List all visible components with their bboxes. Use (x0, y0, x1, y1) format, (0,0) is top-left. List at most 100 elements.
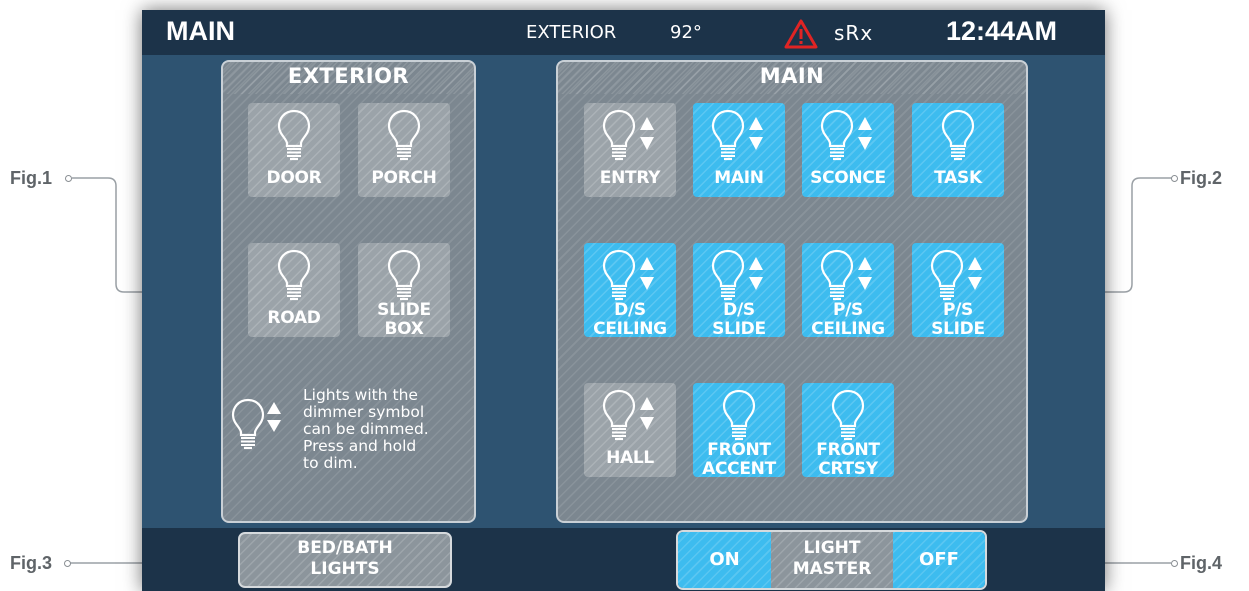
light-master-on-button[interactable]: ON (678, 532, 771, 588)
light-tile-door[interactable]: DOOR (248, 103, 340, 197)
fig-4-dot (1171, 560, 1178, 567)
light-bulb-icon (277, 109, 311, 161)
tile-label-line2: SLIDE (712, 319, 766, 339)
button-label-line1: BED/BATH (297, 538, 393, 558)
main-panel-title: MAIN (759, 64, 825, 88)
tile-label: DOOR (266, 168, 322, 188)
dimmer-arrows-icon (640, 397, 654, 430)
master-label-line1: LIGHT (803, 538, 861, 558)
exterior-temp-value: 92° (670, 22, 702, 43)
bed-bath-lights-button[interactable]: BED/BATH LIGHTS (238, 532, 452, 588)
legend-line: dimmer symbol (303, 403, 425, 421)
light-tile-entry[interactable]: ENTRY (584, 103, 676, 197)
legend-line: Lights with the (303, 386, 418, 404)
exterior-panel-title: EXTERIOR (287, 64, 410, 88)
legend-line: to dim. (303, 454, 358, 472)
dimmer-arrows-icon (749, 257, 763, 290)
clock: 12:44AM (946, 16, 1058, 46)
tile-label: TASK (934, 168, 982, 188)
fig-2-label: Fig.2 (1180, 168, 1223, 188)
light-tile-sconce[interactable]: SCONCE (802, 103, 894, 197)
light-tile-task[interactable]: TASK (912, 103, 1004, 197)
light-tile-ps-ceiling[interactable]: P/S CEILING (802, 243, 894, 339)
dimmer-legend-text: Lights with the dimmer symbol can be dim… (303, 387, 429, 472)
light-bulb-icon (722, 389, 756, 441)
tile-label-line1: P/S (832, 300, 863, 320)
fig-2-dot (1171, 175, 1178, 182)
tile-label: SCONCE (810, 168, 886, 188)
tile-label: FRONT CRTSY (802, 441, 894, 479)
tile-label-line1: FRONT (707, 440, 771, 460)
tile-label-line2: CEILING (593, 319, 667, 339)
light-bulb-icon (820, 249, 854, 301)
fig-3-label: Fig.3 (10, 553, 53, 573)
light-master-label: LIGHT MASTER (771, 532, 893, 588)
light-bulb-icon (387, 109, 421, 161)
dimmer-arrows-icon (858, 117, 872, 150)
tile-label-line2: SLIDE (931, 319, 985, 339)
light-bulb-icon (711, 109, 745, 161)
master-label-line2: MASTER (792, 559, 872, 579)
tile-label: MAIN (714, 168, 764, 188)
warning-triangle-icon[interactable] (784, 19, 818, 49)
tile-label: D/S CEILING (584, 301, 676, 339)
dimmer-arrows-icon (749, 117, 763, 150)
fig-1-label: Fig.1 (10, 168, 53, 188)
light-bulb-icon (941, 109, 975, 161)
tile-label-line2: BOX (384, 319, 424, 339)
light-tile-hall[interactable]: HALL (584, 383, 676, 477)
light-bulb-icon (831, 389, 865, 441)
legend-line: can be dimmed. (303, 420, 429, 438)
tile-label: P/S SLIDE (912, 301, 1004, 339)
tile-label: PORCH (371, 168, 437, 188)
dimmer-arrows-icon (640, 257, 654, 290)
tile-label: ENTRY (599, 168, 661, 188)
light-bulb-icon (602, 109, 636, 161)
exterior-temp-label: EXTERIOR (526, 22, 617, 43)
light-bulb-icon (277, 249, 311, 301)
tile-label: SLIDE BOX (358, 301, 450, 339)
legend-line: Press and hold (303, 437, 417, 455)
tile-label: ROAD (267, 308, 321, 328)
light-tile-porch[interactable]: PORCH (358, 103, 450, 197)
light-tile-ds-ceiling[interactable]: D/S CEILING (584, 243, 676, 339)
light-master-off-button[interactable]: OFF (893, 532, 985, 588)
light-tile-front-crtsy[interactable]: FRONT CRTSY (802, 383, 894, 479)
light-bulb-icon (711, 249, 745, 301)
tile-label-line1: D/S (723, 300, 755, 320)
light-bulb-icon (820, 109, 854, 161)
light-bulb-icon (602, 249, 636, 301)
tile-label-line1: P/S (942, 300, 973, 320)
light-master-control: ON LIGHT MASTER OFF (676, 530, 987, 590)
tile-label: P/S CEILING (802, 301, 894, 339)
light-bulb-icon (602, 389, 636, 441)
light-tile-main[interactable]: MAIN (693, 103, 785, 197)
main-panel: MAIN ENTRY MAIN SCONCE TASK D/S CEILING … (556, 60, 1028, 523)
tile-label: D/S SLIDE (693, 301, 785, 339)
lighting-screen: MAIN EXTERIOR 92° sRx 12:44AM EXTERIOR D… (142, 10, 1105, 591)
button-label-line2: LIGHTS (310, 559, 380, 579)
light-tile-ds-slide[interactable]: D/S SLIDE (693, 243, 785, 339)
top-status-bar: MAIN EXTERIOR 92° sRx 12:44AM (142, 10, 1105, 55)
fig-1-dot (65, 175, 72, 182)
tile-label-line2: CEILING (811, 319, 885, 339)
light-tile-front-accent[interactable]: FRONT ACCENT (693, 383, 785, 479)
page-title: MAIN (166, 16, 235, 46)
status-indicator: sRx (834, 21, 874, 45)
dimmable-bulb-legend-icon (231, 398, 281, 450)
light-tile-ps-slide[interactable]: P/S SLIDE (912, 243, 1004, 339)
dimmer-arrows-icon (968, 257, 982, 290)
dimmer-arrows-icon (640, 117, 654, 150)
fig-4-label: Fig.4 (1180, 553, 1223, 573)
tile-label-line2: ACCENT (702, 459, 776, 479)
tile-label-line1: SLIDE (377, 300, 431, 320)
tile-label: HALL (606, 448, 654, 468)
tile-label-line1: FRONT (816, 440, 880, 460)
tile-label-line1: D/S (614, 300, 646, 320)
tile-label: FRONT ACCENT (693, 441, 785, 479)
light-tile-road[interactable]: ROAD (248, 243, 340, 337)
light-bulb-icon (387, 249, 421, 301)
dimmer-arrows-icon (858, 257, 872, 290)
light-tile-slide-box[interactable]: SLIDE BOX (358, 243, 450, 339)
tile-label-line2: CRTSY (818, 459, 878, 479)
